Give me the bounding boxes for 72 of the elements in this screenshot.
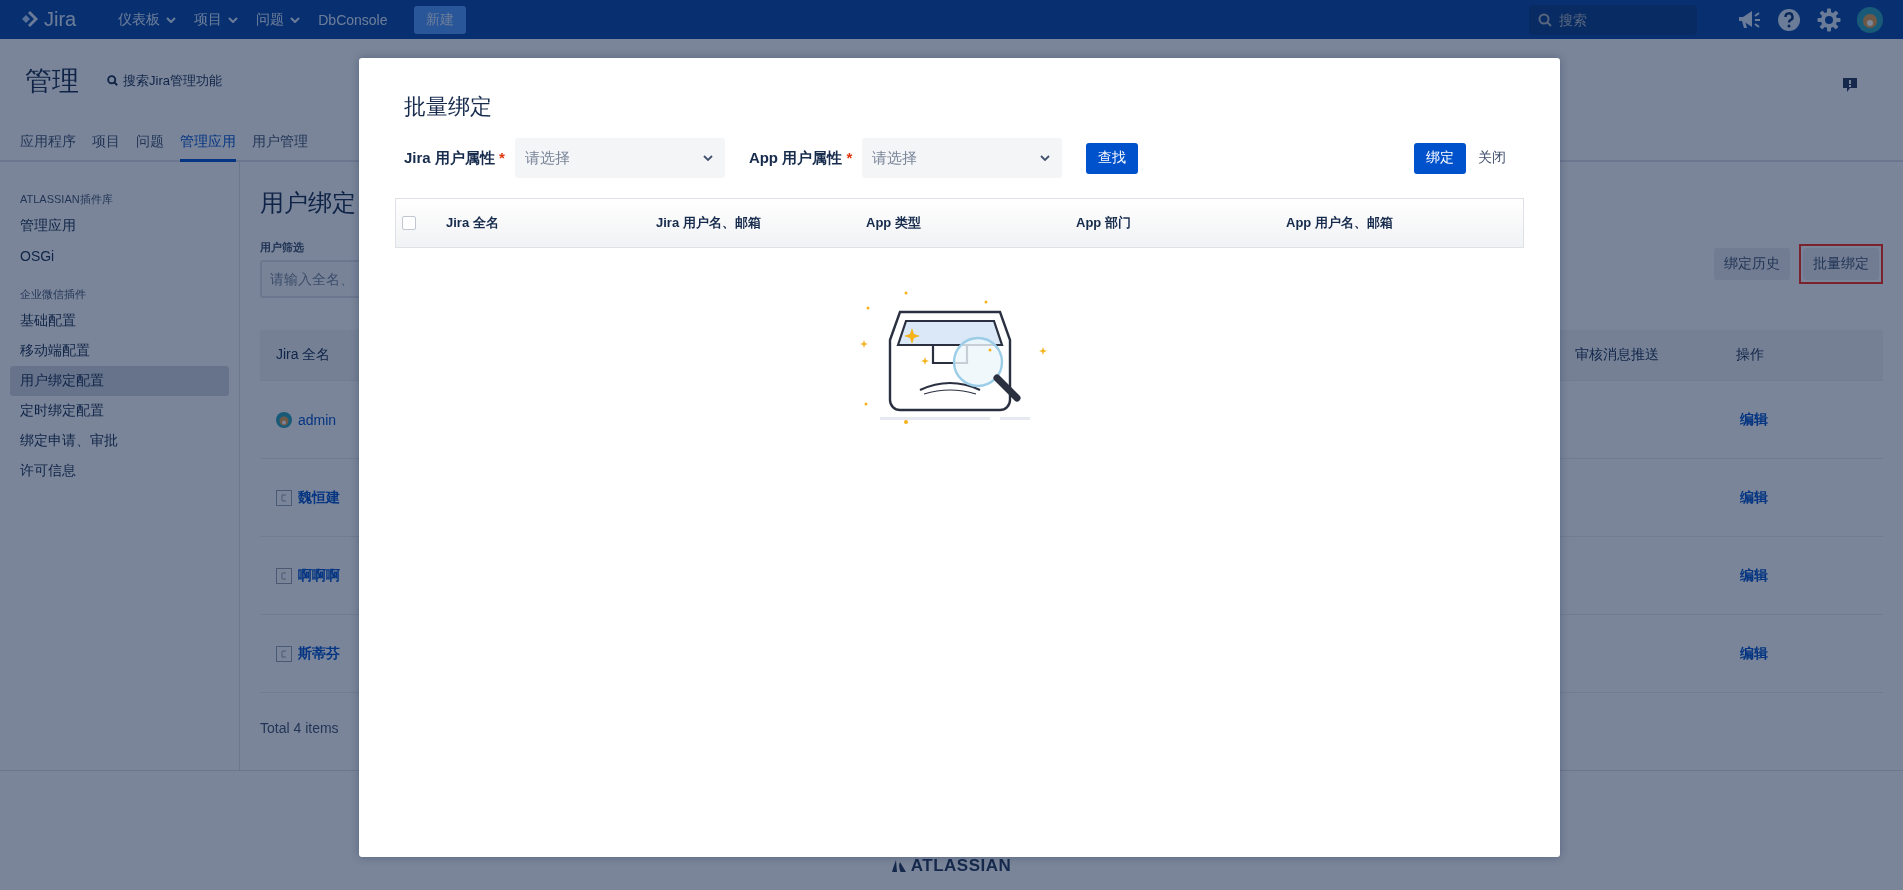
sidebar-item[interactable]: 管理应用 [10,211,229,241]
total-count: Total 4 items [260,720,339,736]
sidebar-item[interactable]: 基础配置 [10,306,229,336]
sidebar-item[interactable]: 移动端配置 [10,336,229,366]
admin-tab[interactable]: 应用程序 [20,122,76,162]
avatar-icon [276,645,292,662]
avatar-icon [276,411,292,428]
user-name-link[interactable]: 斯蒂芬 [298,644,340,663]
user-name-link[interactable]: 魏恒建 [298,488,340,507]
nav-menu-link[interactable]: 仪表板 [118,10,177,29]
admin-tab[interactable]: 用户管理 [252,122,308,162]
column-header: App 部门 [1076,214,1132,232]
user-avatar-icon[interactable] [1857,6,1883,33]
sidebar-item[interactable]: 用户绑定配置 [10,366,229,396]
select-field[interactable]: 请选择 [862,138,1063,178]
avatar-icon [276,567,292,584]
caret-icon [290,16,301,23]
sidebar-item[interactable]: OSGi [10,241,229,271]
chevron-down-icon [1040,155,1051,161]
toolbar-button[interactable]: 批量绑定 [1803,248,1879,280]
caret-icon [166,16,177,23]
atlassian-logo-text: ATLASSIAN [910,856,1012,876]
search-icon [1538,12,1552,27]
sidebar-heading: 企业微信插件 [19,287,87,302]
user-name-link[interactable]: admin [298,411,337,428]
toolbar-button[interactable]: 绑定历史 [1714,248,1790,280]
sidebar-heading: ATLASSIAN插件库 [19,192,114,207]
edit-link[interactable]: 编辑 [1740,566,1768,583]
help-icon[interactable] [1777,7,1801,32]
select-field[interactable]: 请选择 [514,138,725,178]
field-label: App 用户属性 * [748,148,853,168]
megaphone-icon[interactable] [1737,8,1761,31]
create-button[interactable]: 新建 [413,5,466,34]
admin-tab[interactable]: 项目 [92,122,120,162]
caret-icon [228,16,239,23]
atlassian-logo-icon [891,859,906,873]
column-header: Jira 全名 [446,214,500,232]
column-header: Jira 用户名、邮箱 [656,214,762,232]
sidebar-item[interactable]: 许可信息 [10,456,229,486]
column-header: 审核消息推送 [1575,346,1660,364]
field-label: Jira 用户属性 * [404,148,505,168]
admin-tab[interactable]: 问题 [136,122,164,162]
select-all-checkbox[interactable] [402,216,416,230]
edit-link[interactable]: 编辑 [1740,644,1768,661]
search-field[interactable]: 搜索 [1529,4,1697,35]
column-header: App 类型 [866,214,922,232]
avatar-icon [276,489,292,506]
modal-title: 批量绑定 [404,93,493,121]
column-header: App 用户名、邮箱 [1286,214,1394,232]
nav-menu-link[interactable]: DbConsole [318,11,388,28]
search-button[interactable]: 查找 [1086,142,1139,174]
jira-logo-icon [20,9,40,30]
nav-menu-link[interactable]: 项目 [194,10,239,29]
close-button[interactable]: 关闭 [1466,142,1506,174]
bind-button[interactable]: 绑定 [1414,142,1466,174]
feedback-icon[interactable] [1842,76,1858,93]
filter-label: 用户筛选 [260,240,305,255]
column-header: Jira 全名 [275,346,332,364]
jira-logo-text[interactable]: Jira [44,8,77,31]
user-name-link[interactable]: 啊啊啊 [298,566,340,585]
sidebar-item[interactable]: 定时绑定配置 [10,396,229,426]
chevron-down-icon [702,155,713,161]
admin-search-link[interactable]: 搜索Jira管理功能 [107,71,222,90]
search-icon [107,75,118,86]
section-title: 用户绑定 [260,188,356,218]
column-header: 操作 [1736,346,1765,364]
sidebar-item[interactable]: 绑定申请、审批 [10,426,229,456]
admin-tab[interactable]: 管理应用 [180,122,236,162]
edit-link[interactable]: 编辑 [1740,488,1768,505]
nav-menu-link[interactable]: 问题 [256,10,301,29]
edit-link[interactable]: 编辑 [1740,410,1768,427]
page-title: 管理 [25,64,79,98]
